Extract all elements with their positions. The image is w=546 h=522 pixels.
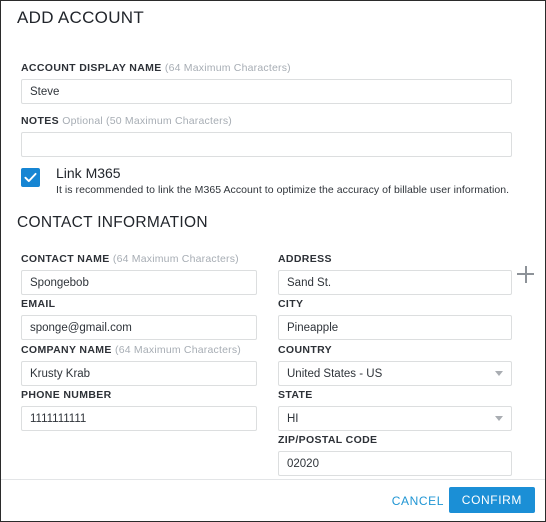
label-text: CITY bbox=[278, 298, 304, 310]
field-phone-number: PHONE NUMBER bbox=[21, 389, 257, 431]
state-select[interactable] bbox=[278, 406, 512, 431]
account-display-name-input[interactable] bbox=[21, 79, 512, 104]
field-zip-postal-code: ZIP/POSTAL CODE bbox=[278, 434, 512, 476]
cancel-button[interactable]: CANCEL bbox=[386, 489, 450, 513]
checkmark-icon bbox=[24, 172, 37, 183]
label-text: STATE bbox=[278, 389, 313, 401]
field-email: EMAIL bbox=[21, 298, 257, 340]
field-city: CITY bbox=[278, 298, 512, 340]
field-label: NOTES Optional (50 Maximum Characters) bbox=[21, 115, 512, 128]
link-m365-description: It is recommended to link the M365 Accou… bbox=[56, 184, 510, 196]
city-input[interactable] bbox=[278, 315, 512, 340]
field-country: COUNTRY bbox=[278, 344, 512, 386]
field-company-name: COMPANY NAME (64 Maximum Characters) bbox=[21, 344, 257, 386]
link-m365-checkbox[interactable] bbox=[21, 168, 40, 187]
confirm-button[interactable]: CONFIRM bbox=[448, 487, 535, 513]
notes-input[interactable] bbox=[21, 132, 512, 157]
field-label: EMAIL bbox=[21, 298, 257, 311]
address-input[interactable] bbox=[278, 270, 512, 295]
field-account-display-name: ACCOUNT DISPLAY NAME (64 Maximum Charact… bbox=[21, 62, 512, 104]
field-label: ZIP/POSTAL CODE bbox=[278, 434, 512, 447]
add-account-dialog: ADD ACCOUNT ACCOUNT DISPLAY NAME (64 Max… bbox=[0, 0, 546, 522]
label-text: NOTES bbox=[21, 115, 59, 127]
field-label: ACCOUNT DISPLAY NAME (64 Maximum Charact… bbox=[21, 62, 512, 75]
phone-number-input[interactable] bbox=[21, 406, 257, 431]
field-label: COUNTRY bbox=[278, 344, 512, 357]
email-input[interactable] bbox=[21, 315, 257, 340]
label-text: EMAIL bbox=[21, 298, 56, 310]
label-hint: (64 Maximum Characters) bbox=[112, 253, 239, 265]
field-label: STATE bbox=[278, 389, 512, 402]
label-hint: (64 Maximum Characters) bbox=[115, 344, 241, 356]
dialog-body: ADD ACCOUNT ACCOUNT DISPLAY NAME (64 Max… bbox=[1, 1, 545, 480]
label-text: ZIP/POSTAL CODE bbox=[278, 434, 378, 446]
field-contact-name: CONTACT NAME (64 Maximum Characters) bbox=[21, 253, 257, 295]
label-text: COUNTRY bbox=[278, 344, 332, 356]
field-label: ADDRESS bbox=[278, 253, 512, 266]
page-title: ADD ACCOUNT bbox=[17, 8, 145, 27]
link-m365-title: Link M365 bbox=[56, 165, 121, 181]
label-hint: (64 Maximum Characters) bbox=[164, 62, 291, 74]
zip-postal-code-input[interactable] bbox=[278, 451, 512, 476]
label-text: CONTACT NAME bbox=[21, 253, 110, 265]
field-label: CITY bbox=[278, 298, 512, 311]
country-select-wrap[interactable] bbox=[278, 361, 512, 386]
label-hint: Optional (50 Maximum Characters) bbox=[62, 115, 232, 127]
country-select[interactable] bbox=[278, 361, 512, 386]
contact-name-input[interactable] bbox=[21, 270, 257, 295]
field-notes: NOTES Optional (50 Maximum Characters) bbox=[21, 115, 512, 157]
state-select-wrap[interactable] bbox=[278, 406, 512, 431]
dialog-footer: CANCEL CONFIRM bbox=[1, 479, 545, 521]
label-text: PHONE NUMBER bbox=[21, 389, 112, 401]
field-label: PHONE NUMBER bbox=[21, 389, 257, 402]
label-text: ACCOUNT DISPLAY NAME bbox=[21, 62, 162, 74]
label-text: COMPANY NAME bbox=[21, 344, 112, 356]
company-name-input[interactable] bbox=[21, 361, 257, 386]
field-label: COMPANY NAME (64 Maximum Characters) bbox=[21, 344, 257, 357]
contact-information-heading: CONTACT INFORMATION bbox=[17, 214, 208, 231]
field-state: STATE bbox=[278, 389, 512, 431]
field-label: CONTACT NAME (64 Maximum Characters) bbox=[21, 253, 257, 266]
add-address-icon[interactable] bbox=[517, 266, 534, 283]
field-address: ADDRESS bbox=[278, 253, 512, 295]
label-text: ADDRESS bbox=[278, 253, 332, 265]
